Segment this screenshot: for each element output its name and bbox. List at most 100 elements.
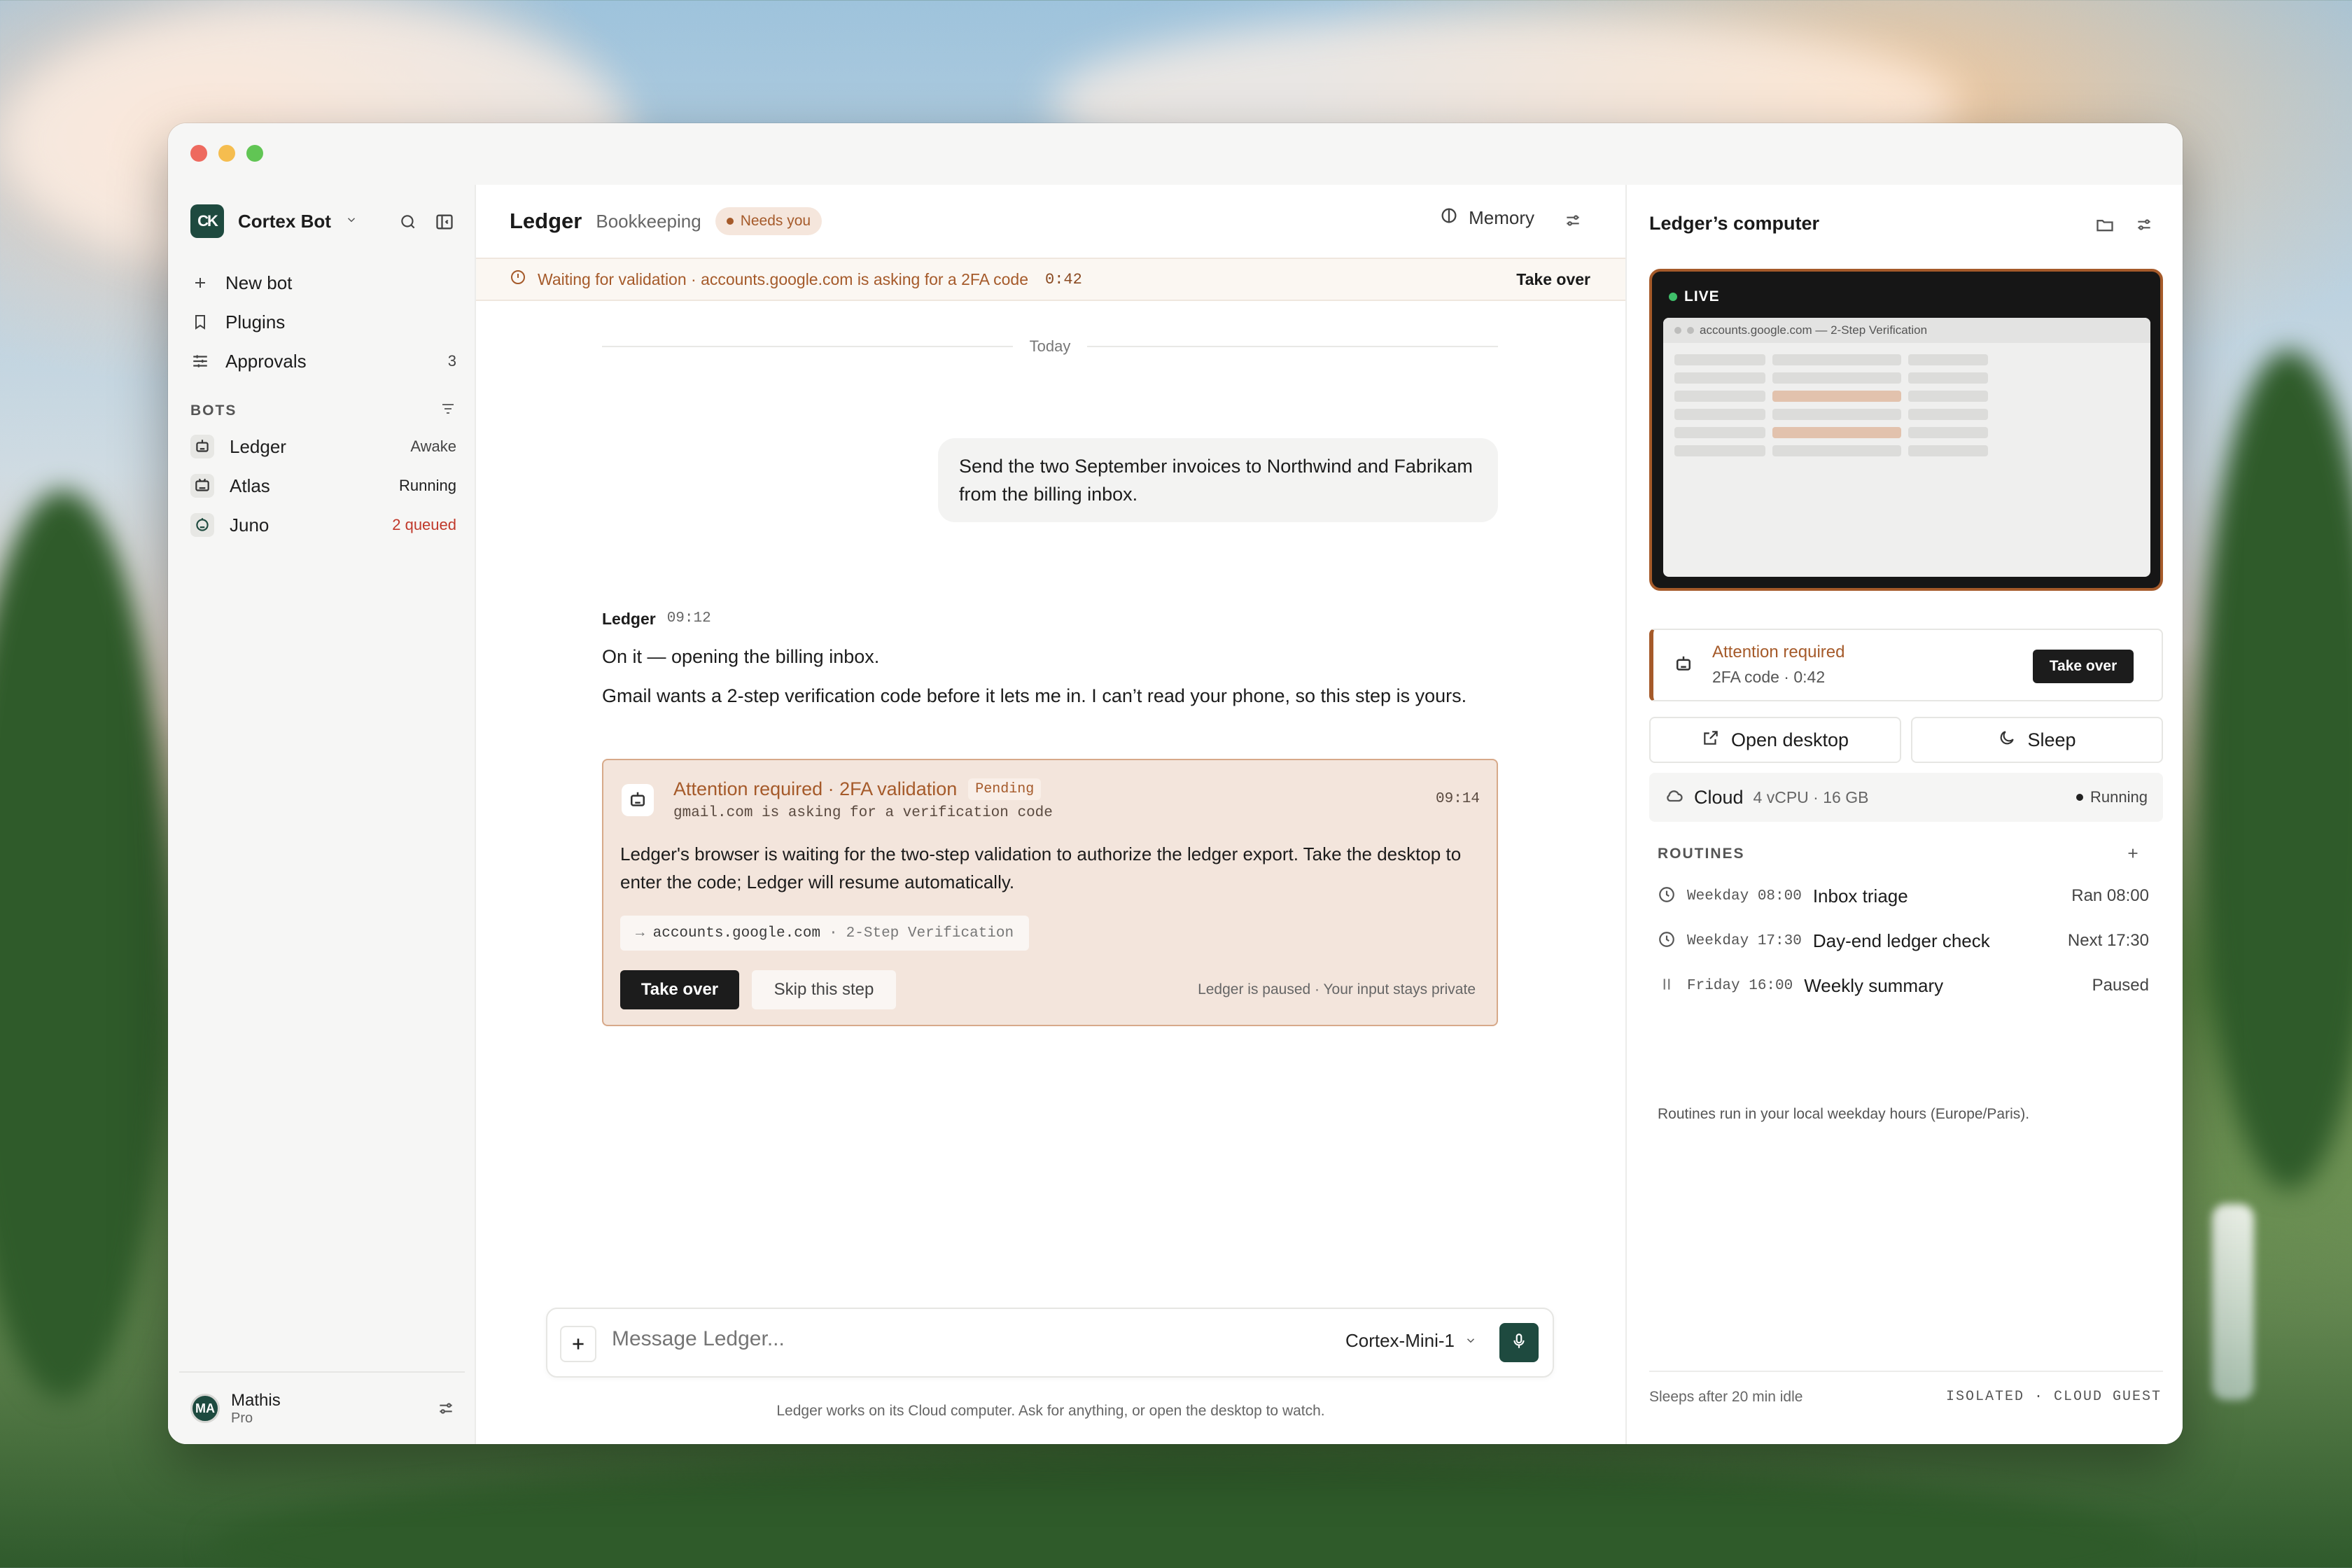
attention-title-row: Attention required · 2FA validation Pend… (673, 778, 1042, 800)
add-routine-icon[interactable] (2125, 846, 2141, 865)
brain-icon (1439, 206, 1459, 230)
cloud-icon (1665, 786, 1684, 809)
bot-item-atlas[interactable]: Atlas Running (190, 466, 456, 505)
microphone-button[interactable] (1499, 1323, 1539, 1362)
message-author: Ledger (602, 610, 656, 628)
sidebar-item-approvals[interactable]: Approvals 3 (190, 342, 456, 381)
skip-step-button[interactable]: Skip this step (752, 970, 896, 1009)
open-desktop-label: Open desktop (1730, 729, 1849, 750)
background-foliage (2198, 350, 2352, 1190)
cloud-machine-row: Cloud 4 vCPU · 16 GB Running (1649, 773, 2163, 822)
routine-status: Ran 08:00 (2071, 886, 2149, 905)
sidebar-item-plugins[interactable]: Plugins (190, 302, 456, 342)
minimize-window-button[interactable] (218, 145, 235, 162)
avatar: MA (190, 1394, 220, 1423)
page-title: Ledger (510, 209, 582, 233)
cloud-status: Running (2076, 788, 2148, 806)
moon-icon (1998, 729, 2016, 752)
attach-button[interactable] (560, 1326, 596, 1362)
bot-name: Juno (230, 514, 270, 536)
routines-note: Routines run in your local weekday hours… (1658, 1106, 2030, 1122)
panel-footer-divider (1649, 1371, 2163, 1372)
tune-icon[interactable] (2134, 214, 2155, 235)
bot-list: Ledger Awake Atlas Running Juno 2 queued (190, 427, 456, 545)
model-selector[interactable]: Cortex-Mini-1 (1345, 1330, 1477, 1352)
attention-note: Ledger is paused · Your input stays priv… (1198, 981, 1476, 997)
routine-item[interactable]: Weekday 17:30 Day-end ledger check Next … (1658, 918, 2149, 963)
arrow-right-icon: → (636, 925, 645, 941)
message-composer: Cortex-Mini-1 (546, 1308, 1554, 1378)
take-over-button[interactable]: Take over (620, 970, 739, 1009)
live-dot (1669, 293, 1677, 301)
settings-icon[interactable] (435, 1398, 456, 1419)
microphone-icon (1510, 1332, 1528, 1354)
user-message: Send the two September invoices to North… (938, 438, 1498, 522)
sliders-icon (190, 352, 210, 370)
bot-item-juno[interactable]: Juno 2 queued (190, 505, 456, 545)
sleep-button[interactable]: Sleep (1911, 717, 2163, 763)
routine-schedule: Friday 16:00 (1687, 977, 1793, 994)
clock-icon (1658, 930, 1676, 952)
background-foliage (210, 1463, 2170, 1568)
computer-panel: Ledger’s computer LIVE accounts.google.c… (1625, 185, 2183, 1444)
bot-message: Ledger 09:12 On it — opening the billing… (602, 605, 1498, 721)
bot-role: Bookkeeping (596, 210, 701, 232)
attention-card: Attention required · 2FA validation Pend… (602, 759, 1498, 1026)
sidebar-item-label: Approvals (225, 350, 307, 372)
url-chip: → accounts.google.com · 2-Step Verificat… (620, 916, 1030, 951)
robot-icon (190, 474, 214, 498)
status-badge-label: Needs you (740, 213, 811, 229)
message-input[interactable] (612, 1327, 1242, 1351)
remote-page-title: accounts.google.com — 2-Step Verificatio… (1700, 323, 1928, 337)
memory-label: Memory (1469, 207, 1534, 228)
routines-header-label: ROUTINES (1658, 846, 1745, 862)
alert-timer: 0:42 (1045, 270, 1082, 288)
external-link-icon (1702, 729, 1720, 752)
robot-icon (190, 513, 214, 537)
tune-icon[interactable] (1562, 210, 1583, 231)
attention-mini-subtitle: 2FA code · 0:42 (1712, 668, 1826, 686)
maximize-window-button[interactable] (246, 145, 263, 162)
folder-icon[interactable] (2094, 214, 2115, 235)
chevron-down-icon (345, 214, 358, 230)
cloud-spec: 4 vCPU · 16 GB (1753, 788, 1869, 806)
attention-mini-title: Attention required (1712, 643, 1845, 662)
url-path: 2-Step Verification (846, 925, 1014, 941)
sidebar-toggle-icon[interactable] (434, 211, 455, 232)
workspace-logo: CK (190, 204, 224, 238)
bot-status: Running (399, 477, 456, 494)
close-window-button[interactable] (190, 145, 207, 162)
alert-icon (510, 269, 526, 290)
routines-header: ROUTINES (1658, 846, 2141, 865)
filter-icon[interactable] (440, 400, 456, 421)
memory-button[interactable]: Memory (1439, 206, 1534, 230)
sidebar-nav: New bot Plugins Approvals 3 (190, 263, 456, 381)
alert-take-over-button[interactable]: Take over (1516, 270, 1590, 289)
sleep-policy: Sleeps after 20 min idle (1649, 1389, 1803, 1405)
search-icon[interactable] (398, 211, 419, 232)
routine-name: Inbox triage (1812, 885, 1908, 906)
bots-header-label: BOTS (190, 402, 237, 419)
sidebar-item-new-bot[interactable]: New bot (190, 263, 456, 302)
user-footer[interactable]: MA Mathis Pro (179, 1371, 465, 1444)
routine-item[interactable]: Weekday 08:00 Inbox triage Ran 08:00 (1658, 874, 2149, 918)
plus-icon (190, 274, 210, 291)
background-waterfall (2212, 1204, 2254, 1400)
bot-item-ledger[interactable]: Ledger Awake (190, 427, 456, 466)
message-line: Gmail wants a 2-step verification code b… (602, 685, 1467, 706)
routine-item[interactable]: Friday 16:00 Weekly summary Paused (1658, 963, 2149, 1008)
workspace-switcher[interactable]: CK Cortex Bot (190, 204, 358, 238)
isolation-label: ISOLATED · CLOUD GUEST (1945, 1389, 2162, 1405)
attention-subtitle: gmail.com is asking for a verification c… (673, 805, 1053, 821)
take-over-button[interactable]: Take over (2033, 650, 2134, 683)
remote-browser-bar: accounts.google.com — 2-Step Verificatio… (1663, 318, 2150, 343)
workspace-name: Cortex Bot (238, 210, 331, 232)
url-separator: · (829, 925, 838, 941)
cloud-name: Cloud (1694, 786, 1744, 808)
robot-icon (190, 435, 214, 458)
live-desktop-preview[interactable]: LIVE accounts.google.com — 2-Step Verifi… (1649, 269, 2163, 591)
routine-schedule: Weekday 17:30 (1687, 932, 1802, 949)
user-plan: Pro (231, 1410, 253, 1426)
day-label: Today (1029, 337, 1071, 355)
open-desktop-button[interactable]: Open desktop (1649, 717, 1901, 763)
